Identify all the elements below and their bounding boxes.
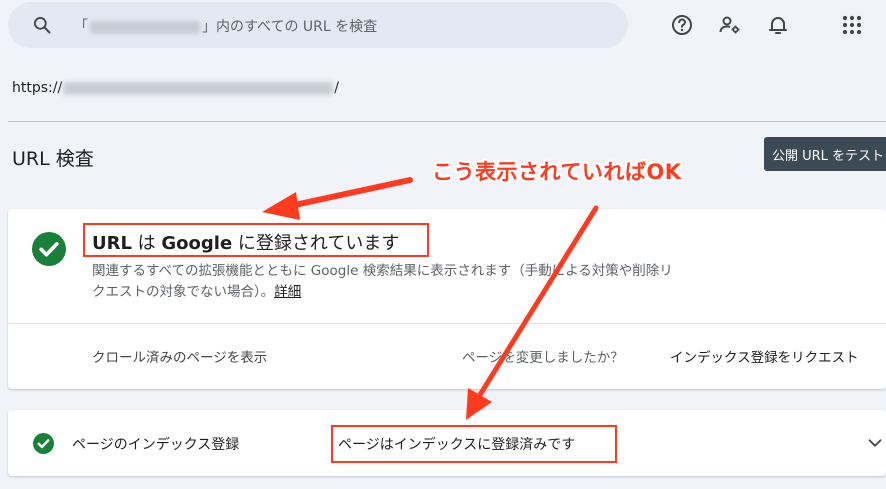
search-input[interactable]	[72, 2, 612, 48]
search-bar[interactable]: 「」内のすべての URL を検査	[8, 2, 628, 48]
status-title-mid: は	[131, 233, 162, 254]
help-icon[interactable]	[670, 13, 694, 37]
page-indexing-row[interactable]: ページのインデックス登録 ページはインデックスに登録済みです	[8, 410, 886, 476]
status-title-url: URL	[92, 233, 132, 254]
url-prefix: https://	[12, 80, 63, 96]
check-circle-icon	[33, 433, 54, 454]
status-title-end: に登録されています	[232, 233, 400, 254]
top-bar: 「」内のすべての URL を検査	[0, 0, 886, 52]
users-settings-icon[interactable]	[718, 13, 742, 37]
test-live-url-button[interactable]: 公開 URL をテスト	[764, 137, 886, 171]
details-link[interactable]: 詳細	[274, 284, 301, 300]
annotation-text: こう表示されていればOK	[432, 160, 682, 184]
status-description-text: 関連するすべての拡張機能とともに Google 検索結果に表示されます（手動によ…	[92, 263, 673, 300]
arrow-to-status	[287, 177, 413, 209]
request-indexing-button[interactable]: インデックス登録をリクエスト	[670, 346, 859, 366]
apps-grid-icon[interactable]	[840, 13, 864, 37]
inspected-url: https:// /	[12, 80, 339, 96]
header-divider	[8, 121, 886, 122]
page-title: URL 検査	[12, 148, 94, 170]
page-indexing-status: ページはインデックスに登録済みです	[338, 437, 576, 453]
url-suffix: /	[334, 80, 339, 96]
redacted-url	[63, 81, 334, 95]
status-title-google: Google	[161, 233, 233, 254]
page-changed-question: ページを変更しましたか？	[462, 350, 624, 366]
status-description: 関連するすべての拡張機能とともに Google 検索結果に表示されます（手動によ…	[92, 261, 682, 303]
page-indexing-label: ページのインデックス登録	[72, 437, 240, 453]
view-crawled-page-button[interactable]: クロール済みのページを表示	[92, 346, 267, 366]
bell-icon[interactable]	[766, 13, 790, 37]
card-divider	[8, 323, 886, 324]
url-status-card: URL は Google に登録されています 関連するすべての拡張機能とともに …	[8, 209, 886, 389]
status-title: URL は Google に登録されています	[92, 229, 399, 255]
chevron-down-icon[interactable]	[864, 432, 886, 454]
check-circle-icon	[32, 232, 66, 266]
search-icon[interactable]	[32, 15, 52, 35]
